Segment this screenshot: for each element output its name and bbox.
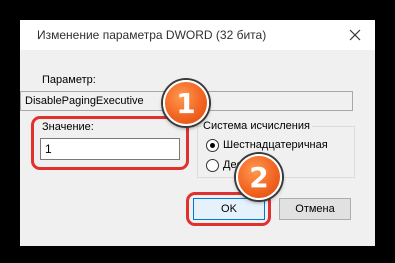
title-bar: Изменение параметра DWORD (32 бита) (20, 20, 375, 50)
value-input[interactable] (40, 138, 180, 160)
step-badge-1: 1 (163, 80, 209, 126)
radio-hex[interactable] (206, 139, 219, 152)
param-label: Параметр: (42, 74, 96, 86)
window-title: Изменение параметра DWORD (32 бита) (37, 28, 267, 42)
cancel-button[interactable]: Отмена (279, 198, 351, 220)
radix-title: Система исчисления (201, 120, 312, 132)
radio-hex-label: Шестнадцатеричная (223, 139, 328, 151)
close-button[interactable] (335, 20, 375, 50)
step-badge-2: 2 (236, 154, 282, 200)
close-icon (349, 29, 361, 41)
ok-button[interactable]: OK (193, 198, 265, 220)
radio-dec[interactable] (206, 159, 219, 172)
value-label: Значение: (42, 121, 94, 133)
